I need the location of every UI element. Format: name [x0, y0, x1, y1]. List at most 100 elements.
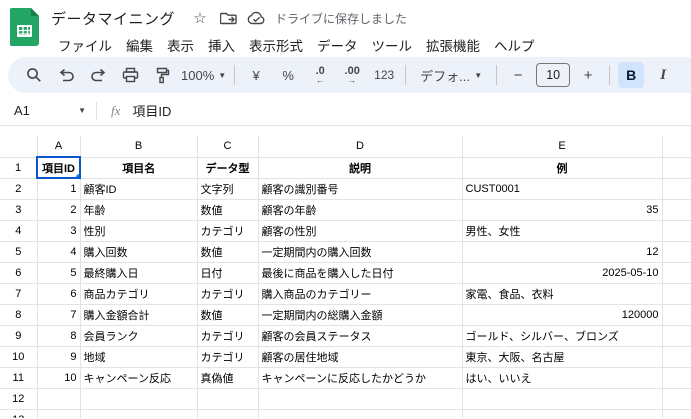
- cell-A4[interactable]: 3: [37, 220, 81, 242]
- cell-E5[interactable]: 12: [462, 241, 663, 263]
- cell-B1[interactable]: 項目名: [80, 157, 198, 179]
- print-icon[interactable]: [117, 62, 143, 88]
- row-header-3[interactable]: 3: [0, 199, 38, 221]
- cell-D10[interactable]: 顧客の居住地域: [258, 346, 463, 368]
- cell-A12[interactable]: [37, 388, 81, 410]
- cell-D1[interactable]: 説明: [258, 157, 463, 179]
- cell-D13[interactable]: [258, 409, 463, 418]
- menu-item-4[interactable]: 表示形式: [242, 32, 310, 58]
- cell-C7[interactable]: カテゴリ: [197, 283, 259, 305]
- column-header-F[interactable]: [662, 136, 691, 158]
- cell-D12[interactable]: [258, 388, 463, 410]
- column-header-A[interactable]: A: [37, 136, 81, 158]
- cell-A2[interactable]: 1: [37, 178, 81, 200]
- cell-A13[interactable]: [37, 409, 81, 418]
- menu-item-0[interactable]: ファイル: [51, 32, 119, 58]
- row-header-1[interactable]: 1: [0, 157, 38, 179]
- column-header-D[interactable]: D: [258, 136, 463, 158]
- cell-E8[interactable]: 120000: [462, 304, 663, 326]
- cell-B12[interactable]: [80, 388, 198, 410]
- cell-D11[interactable]: キャンペーンに反応したかどうか: [258, 367, 463, 389]
- paint-format-icon[interactable]: [149, 62, 175, 88]
- cell-D4[interactable]: 顧客の性別: [258, 220, 463, 242]
- column-header-E[interactable]: E: [462, 136, 663, 158]
- cell-F4[interactable]: [662, 220, 691, 242]
- cell-D3[interactable]: 顧客の年齢: [258, 199, 463, 221]
- cell-F3[interactable]: [662, 199, 691, 221]
- cell-F9[interactable]: [662, 325, 691, 347]
- cell-C4[interactable]: カテゴリ: [197, 220, 259, 242]
- cell-B10[interactable]: 地域: [80, 346, 198, 368]
- italic-button[interactable]: I: [650, 62, 676, 88]
- cell-B9[interactable]: 会員ランク: [80, 325, 198, 347]
- format-percent-button[interactable]: %: [275, 62, 301, 88]
- cell-C11[interactable]: 真偽値: [197, 367, 259, 389]
- row-header-8[interactable]: 8: [0, 304, 38, 326]
- row-header-7[interactable]: 7: [0, 283, 38, 305]
- number-format-button[interactable]: 123: [371, 62, 397, 88]
- cell-D6[interactable]: 最後に商品を購入した日付: [258, 262, 463, 284]
- cell-E9[interactable]: ゴールド、シルバー、ブロンズ: [462, 325, 663, 347]
- cell-F2[interactable]: [662, 178, 691, 200]
- undo-icon[interactable]: [53, 62, 79, 88]
- row-header-12[interactable]: 12: [0, 388, 38, 410]
- star-icon[interactable]: ☆: [189, 8, 211, 28]
- row-header-4[interactable]: 4: [0, 220, 38, 242]
- row-header-9[interactable]: 9: [0, 325, 38, 347]
- cell-C3[interactable]: 数値: [197, 199, 259, 221]
- cell-B11[interactable]: キャンペーン反応: [80, 367, 198, 389]
- cell-D8[interactable]: 一定期間内の総購入金額: [258, 304, 463, 326]
- move-folder-icon[interactable]: [217, 8, 239, 28]
- cell-C13[interactable]: [197, 409, 259, 418]
- cell-C12[interactable]: [197, 388, 259, 410]
- cell-F10[interactable]: [662, 346, 691, 368]
- cell-E2[interactable]: CUST0001: [462, 178, 663, 200]
- increase-font-size-button[interactable]: +: [575, 62, 601, 88]
- format-currency-button[interactable]: ¥: [243, 62, 269, 88]
- menu-item-7[interactable]: 拡張機能: [419, 32, 487, 58]
- cell-F5[interactable]: [662, 241, 691, 263]
- cell-A9[interactable]: 8: [37, 325, 81, 347]
- font-family-select[interactable]: デフォ... ▼: [414, 62, 488, 88]
- cell-C1[interactable]: データ型: [197, 157, 259, 179]
- cell-C9[interactable]: カテゴリ: [197, 325, 259, 347]
- cloud-saved-icon[interactable]: [245, 8, 267, 28]
- document-title[interactable]: データマイニング: [51, 8, 175, 29]
- menu-item-8[interactable]: ヘルプ: [487, 32, 542, 58]
- decrease-decimal-button[interactable]: .0 ←: [307, 62, 333, 88]
- name-box[interactable]: A1 ▼: [14, 103, 96, 118]
- row-header-13[interactable]: 13: [0, 409, 38, 418]
- column-header-C[interactable]: C: [197, 136, 259, 158]
- cell-E1[interactable]: 例: [462, 157, 663, 179]
- row-header-11[interactable]: 11: [0, 367, 38, 389]
- cell-F1[interactable]: [662, 157, 691, 179]
- cell-D7[interactable]: 購入商品のカテゴリー: [258, 283, 463, 305]
- cell-F8[interactable]: [662, 304, 691, 326]
- cell-E3[interactable]: 35: [462, 199, 663, 221]
- cell-E4[interactable]: 男性、女性: [462, 220, 663, 242]
- cell-B2[interactable]: 顧客ID: [80, 178, 198, 200]
- cell-B4[interactable]: 性別: [80, 220, 198, 242]
- cell-C2[interactable]: 文字列: [197, 178, 259, 200]
- cell-B5[interactable]: 購入回数: [80, 241, 198, 263]
- cell-B13[interactable]: [80, 409, 198, 418]
- cell-E12[interactable]: [462, 388, 663, 410]
- select-all-corner[interactable]: [0, 136, 38, 158]
- cell-C8[interactable]: 数値: [197, 304, 259, 326]
- cell-D5[interactable]: 一定期間内の購入回数: [258, 241, 463, 263]
- cell-E6[interactable]: 2025-05-10: [462, 262, 663, 284]
- increase-decimal-button[interactable]: .00 →: [339, 62, 365, 88]
- cell-A3[interactable]: 2: [37, 199, 81, 221]
- cell-C6[interactable]: 日付: [197, 262, 259, 284]
- cell-F11[interactable]: [662, 367, 691, 389]
- cell-C10[interactable]: カテゴリ: [197, 346, 259, 368]
- cell-F13[interactable]: [662, 409, 691, 418]
- cell-A1[interactable]: 項目ID: [36, 156, 81, 179]
- formula-input[interactable]: 項目ID: [132, 101, 171, 120]
- sheets-logo-icon[interactable]: [10, 8, 39, 46]
- row-header-5[interactable]: 5: [0, 241, 38, 263]
- menu-item-2[interactable]: 表示: [160, 32, 201, 58]
- cell-C5[interactable]: 数値: [197, 241, 259, 263]
- menu-item-1[interactable]: 編集: [119, 32, 160, 58]
- bold-button[interactable]: B: [618, 62, 645, 88]
